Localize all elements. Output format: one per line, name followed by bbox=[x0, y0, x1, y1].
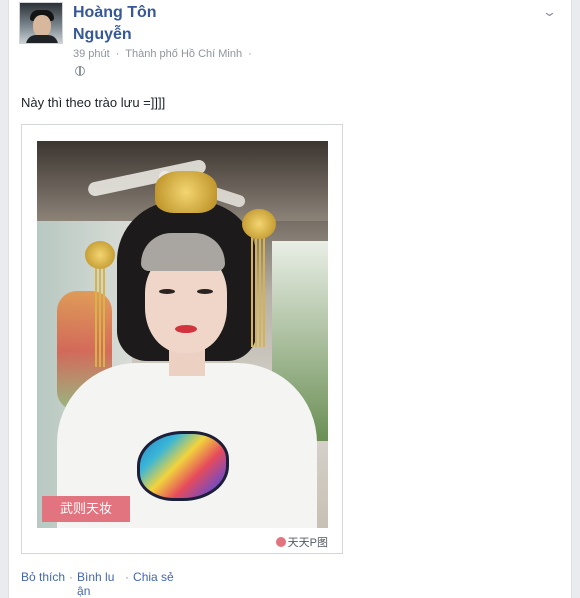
photo-ornament bbox=[242, 209, 276, 239]
post-time[interactable]: 39 phút bbox=[73, 48, 110, 60]
watermark-label: 天天P图 bbox=[287, 537, 328, 549]
photo-tassel bbox=[95, 267, 107, 367]
watermark-icon bbox=[275, 537, 286, 547]
chevron-down-icon[interactable]: ⌄ bbox=[542, 4, 557, 20]
comment-button[interactable]: Bình luận bbox=[77, 570, 121, 598]
photo-bangs bbox=[141, 233, 225, 271]
photo-eye bbox=[159, 289, 175, 294]
avatar-face bbox=[33, 15, 51, 37]
photo-ornament bbox=[85, 241, 115, 269]
photo-lips bbox=[175, 325, 197, 333]
unlike-button[interactable]: Bỏ thích bbox=[21, 570, 65, 584]
avatar-shirt bbox=[26, 35, 58, 43]
action-separator: · bbox=[69, 570, 74, 584]
photo-fish-print bbox=[137, 431, 229, 501]
photo-eye bbox=[197, 289, 213, 294]
photo-image[interactable]: 武则天妆 bbox=[37, 141, 328, 528]
post-author[interactable]: Hoàng Tôn Nguyễn bbox=[73, 2, 193, 46]
meta-separator: · bbox=[115, 48, 120, 60]
avatar[interactable] bbox=[19, 2, 63, 44]
post-text: Này thì theo trào lưu =]]]] bbox=[21, 95, 166, 110]
action-separator: · bbox=[125, 570, 130, 584]
photo-crown bbox=[155, 171, 217, 213]
photo-tassel bbox=[251, 237, 265, 347]
post-card: Hoàng Tôn Nguyễn 39 phút · Thành phố Hồ … bbox=[8, 0, 572, 598]
post-photo[interactable]: 武则天妆 天天P图 bbox=[21, 124, 343, 554]
meta-separator: · bbox=[248, 48, 252, 60]
post-meta: 39 phút · Thành phố Hồ Chí Minh · bbox=[73, 48, 255, 60]
share-button[interactable]: Chia sẻ bbox=[133, 570, 174, 584]
post-actions: Bỏ thích · Bình luận· Chia sẻ bbox=[21, 570, 174, 598]
photo-filter-tag: 武则天妆 bbox=[42, 496, 130, 522]
photo-watermark: 天天P图 bbox=[275, 534, 328, 550]
post-location[interactable]: Thành phố Hồ Chí Minh bbox=[125, 48, 242, 60]
globe-icon[interactable] bbox=[75, 66, 85, 76]
